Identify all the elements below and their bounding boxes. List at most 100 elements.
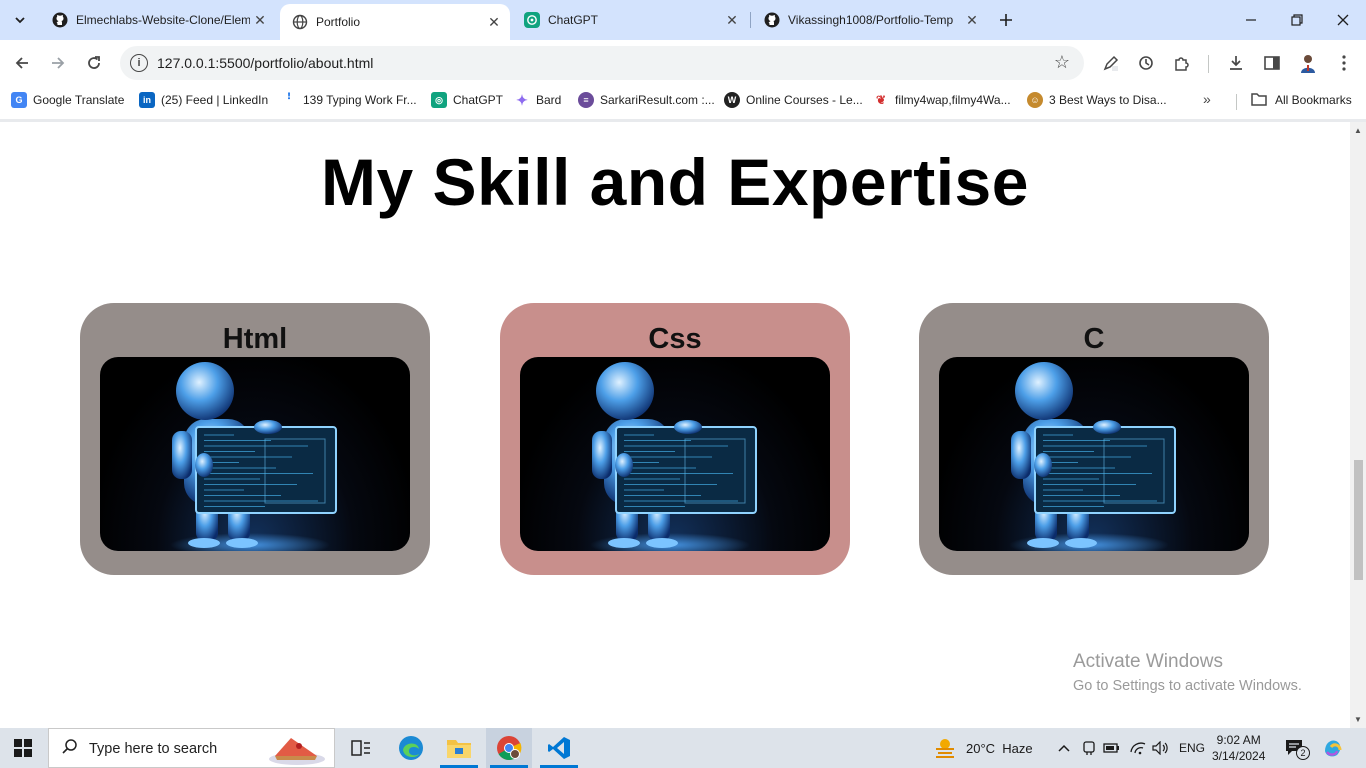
info-icon[interactable]: i: [130, 54, 148, 72]
close-window-button[interactable]: [1320, 0, 1366, 40]
robot-holding-screen-illustration: [1009, 362, 1176, 551]
info-page-icon: ꜝ: [286, 92, 292, 108]
skill-card-image: [520, 357, 830, 551]
side-panel-button[interactable]: [1258, 49, 1286, 77]
close-icon[interactable]: ✕: [962, 10, 982, 30]
haze-weather-icon: [936, 739, 954, 758]
bookmark-filmy4wap[interactable]: ❦ filmy4wap,filmy4Wa...: [873, 91, 1011, 109]
bookmark-label: SarkariResult.com :...: [600, 93, 715, 107]
robot-holding-screen-illustration: [590, 362, 757, 551]
watermark-title: Activate Windows: [1073, 651, 1223, 672]
arrow-left-icon: [15, 57, 28, 69]
extension-sync-button[interactable]: [1132, 49, 1160, 77]
tab-title: ChatGPT: [548, 13, 599, 27]
page-title: My Skill and Expertise: [321, 145, 1029, 219]
taskbar-chrome[interactable]: [486, 728, 532, 768]
show-hidden-icons-button[interactable]: [1058, 728, 1070, 768]
back-button[interactable]: [8, 49, 36, 77]
task-view-icon: [351, 740, 370, 756]
robot-holding-screen-illustration: [170, 362, 337, 551]
taskbar-search-box[interactable]: Type here to search: [48, 728, 335, 768]
browser-toolbar: i 127.0.0.1:5500/portfolio/about.html ☆: [0, 40, 1366, 86]
bookmark-label: Bard: [536, 93, 562, 107]
reload-icon: [88, 56, 100, 69]
bookmark-google-translate[interactable]: G Google Translate: [11, 91, 124, 109]
bookmark-bard[interactable]: ✦ Bard: [514, 91, 561, 109]
bookmark-sarkariresult[interactable]: ≡ SarkariResult.com :...: [578, 91, 715, 109]
downloads-button[interactable]: [1222, 49, 1250, 77]
github-icon: [764, 12, 780, 28]
bookmark-online-courses[interactable]: W Online Courses - Le...: [724, 91, 863, 109]
profile-avatar[interactable]: [1294, 49, 1322, 77]
volume-icon[interactable]: [1152, 728, 1170, 768]
bookmark-label: filmy4wap,filmy4Wa...: [895, 93, 1011, 107]
bookmark-label: 3 Best Ways to Disa...: [1049, 93, 1167, 107]
download-icon: [1230, 56, 1242, 70]
minimize-button[interactable]: [1228, 0, 1274, 40]
tab-search-button[interactable]: [8, 8, 32, 32]
watermark-subtitle: Go to Settings to activate Windows.: [1073, 678, 1302, 694]
google-translate-icon: G: [11, 92, 27, 108]
bookmark-typing-work[interactable]: ꜝ 139 Typing Work Fr...: [281, 91, 417, 109]
folder-icon: [447, 740, 471, 758]
taskbar-clock[interactable]: 9:02 AM 3/14/2024: [1212, 732, 1265, 764]
folder-icon: [1251, 92, 1267, 109]
address-bar[interactable]: i 127.0.0.1:5500/portfolio/about.html ☆: [120, 46, 1084, 80]
page-viewport: My Skill and Expertise Html Css C Activa…: [0, 122, 1350, 728]
taskbar-edge[interactable]: [388, 728, 434, 768]
meet-now-icon[interactable]: [1081, 728, 1097, 768]
bookmark-chatgpt[interactable]: ◎ ChatGPT: [431, 91, 503, 109]
skill-card-title: Css: [648, 323, 702, 355]
wifi-icon[interactable]: [1129, 728, 1147, 768]
tab-chatgpt[interactable]: ChatGPT ✕: [512, 0, 748, 40]
vscode-icon: [548, 737, 570, 759]
extension-pen-button[interactable]: [1097, 49, 1125, 77]
skill-card-css: Css: [500, 303, 850, 575]
battery-icon[interactable]: [1103, 728, 1121, 768]
bookmark-label: (25) Feed | LinkedIn: [161, 93, 269, 107]
scroll-down-arrow-icon[interactable]: ▼: [1354, 715, 1362, 724]
close-icon[interactable]: ✕: [250, 10, 270, 30]
windows-start-icon[interactable]: [14, 739, 32, 757]
close-icon: [1337, 14, 1349, 26]
close-icon[interactable]: ✕: [722, 10, 742, 30]
tab-portfolio[interactable]: Portfolio ✕: [280, 4, 510, 40]
menu-button[interactable]: [1330, 49, 1358, 77]
close-icon[interactable]: ✕: [484, 12, 504, 32]
clock-time: 9:02 AM: [1216, 733, 1261, 747]
bookmark-linkedin[interactable]: in (25) Feed | LinkedIn: [139, 91, 268, 109]
chatgpt-icon: [524, 12, 540, 28]
skill-card-c: C: [919, 303, 1269, 575]
reload-button[interactable]: [80, 49, 108, 77]
bookmark-star-icon[interactable]: ☆: [1054, 52, 1070, 73]
skill-card-html: Html: [80, 303, 430, 575]
tab-elmechlabs[interactable]: Elmechlabs-Website-Clone/Elem ✕: [40, 0, 276, 40]
scroll-up-arrow-icon[interactable]: ▲: [1354, 126, 1362, 135]
chevron-double-right-icon[interactable]: »: [1203, 91, 1211, 107]
tab-strip: Elmechlabs-Website-Clone/Elem ✕ Portfoli…: [0, 0, 1366, 40]
forward-button[interactable]: [44, 49, 72, 77]
tab-vikassingh[interactable]: Vikassingh1008/Portfolio-Temp ✕: [752, 0, 988, 40]
plus-icon: [1000, 14, 1012, 26]
task-view-button[interactable]: [338, 728, 384, 768]
bookmark-label: ChatGPT: [453, 93, 504, 107]
all-bookmarks-button[interactable]: All Bookmarks: [1251, 91, 1352, 109]
page-scrollbar[interactable]: ▲ ▼: [1350, 122, 1366, 728]
skill-card-title: C: [1083, 323, 1105, 355]
input-language[interactable]: ENG: [1179, 728, 1205, 768]
weather-widget[interactable]: 20°C Haze: [934, 728, 1033, 768]
extensions-button[interactable]: [1168, 49, 1196, 77]
github-icon: [52, 12, 68, 28]
taskbar-vscode[interactable]: [536, 728, 582, 768]
new-tab-button[interactable]: [994, 8, 1018, 32]
notifications-button[interactable]: 2: [1284, 728, 1310, 768]
skill-card-image: [939, 357, 1249, 551]
bookmark-best-ways[interactable]: ☺ 3 Best Ways to Disa...: [1027, 91, 1167, 109]
pen-icon: [1103, 55, 1119, 71]
url-text[interactable]: 127.0.0.1:5500/portfolio/about.html: [157, 55, 373, 71]
scrollbar-thumb[interactable]: [1354, 460, 1363, 580]
restore-button[interactable]: [1274, 0, 1320, 40]
copilot-icon[interactable]: [1322, 728, 1344, 768]
globe-icon: [292, 14, 308, 30]
taskbar-file-explorer[interactable]: [436, 728, 482, 768]
